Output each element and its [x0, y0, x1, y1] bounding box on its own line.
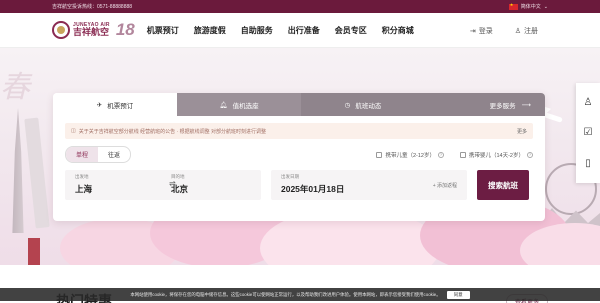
hero-slogan: 春	[0, 70, 30, 105]
menu: 机票预订 旅游度假 自助服务 出行准备 会员专区 积分商城	[147, 25, 414, 36]
cookie-agree-button[interactable]: 同意	[446, 290, 470, 299]
child-checkbox[interactable]: 携带儿童（2-12岁） ?	[376, 151, 444, 159]
menu-item-vacation[interactable]: 旅游度假	[194, 25, 226, 36]
tab-label: 航班动态	[355, 102, 382, 110]
destination-field[interactable]: 目的地 北京	[161, 170, 257, 200]
language-label: 简体中文	[520, 4, 541, 10]
login-label: 登录	[478, 27, 493, 35]
tab-checkin[interactable]: 🔔︎ 值机选座	[177, 93, 301, 116]
register-link[interactable]: ♙ 注册	[515, 26, 538, 36]
menu-item-self-service[interactable]: 自助服务	[241, 25, 273, 36]
notice-icon: ◫	[71, 128, 76, 134]
date-label: 出发日期	[281, 174, 299, 179]
bell-icon: 🔔︎	[219, 101, 228, 109]
leaning-tower-image	[24, 117, 50, 229]
checklist-icon[interactable]: ☑	[584, 127, 593, 138]
checkbox-icon	[376, 151, 383, 158]
main-nav: JUNEYAO AIR 吉祥航空 18 机票预订 旅游度假 自助服务 出行准备 …	[0, 13, 600, 48]
departure-value: 上海	[75, 184, 93, 194]
cookie-banner: 本网站使用cookie，将保存在您的电脑中储存信息。这些cookie可以使网站正…	[0, 288, 600, 301]
notice-more-link[interactable]: 更多	[517, 128, 527, 135]
round-trip-option[interactable]: 往返	[98, 147, 130, 162]
destination-label: 目的地	[171, 174, 185, 179]
tab-label: 值机选座	[232, 102, 259, 110]
infant-checkbox[interactable]: 携带婴儿（14天-2岁） ?	[459, 151, 533, 159]
login-link[interactable]: ⇥ 登录	[470, 26, 493, 36]
login-icon: ⇥	[469, 27, 476, 35]
destination-value: 北京	[171, 184, 189, 194]
notice-bar[interactable]: ◫ 关于关于吉祥航空部分航线 经营航班的公告 · 根据航线调整 对部分航班时刻进…	[65, 123, 533, 139]
more-services-label: 更多服务	[489, 102, 516, 110]
booking-panel: ✈ 机票预订 🔔︎ 值机选座 ◷ 航班动态 更多服务 ⟶ ◫ 关于关于吉祥航空部…	[53, 93, 545, 221]
date-field[interactable]: 出发日期 2025年01月18日 + 添加返程	[271, 170, 467, 200]
help-icon[interactable]: ?	[437, 151, 444, 158]
more-services-link[interactable]: 更多服务 ⟶	[425, 93, 545, 116]
logo[interactable]: JUNEYAO AIR 吉祥航空 18	[52, 20, 135, 40]
date-value: 2025年01月18日	[281, 184, 345, 194]
notice-text: 关于关于吉祥航空部分航线 经营航班的公告 · 根据航线调整 对部分航班时刻进行调…	[78, 128, 266, 135]
tab-label: 机票预订	[107, 102, 134, 110]
infant-label: 携带婴儿（14天-2岁）	[468, 152, 524, 159]
language-selector[interactable]: 简体中文 ⌄	[508, 2, 548, 10]
search-flights-button[interactable]: 搜索航班	[477, 170, 529, 200]
chevron-down-icon: ⌄	[543, 3, 548, 10]
tab-flight-booking[interactable]: ✈ 机票预订	[53, 93, 177, 116]
tab-flight-status[interactable]: ◷ 航班动态	[301, 93, 425, 116]
register-label: 注册	[524, 27, 538, 35]
mobile-icon[interactable]: ▯	[585, 158, 591, 169]
anniversary-badge: 18	[115, 20, 135, 39]
china-flag-icon	[508, 2, 518, 10]
user-icon: ♙	[514, 27, 521, 35]
floating-sidebar: ♙ ☑ ▯	[576, 83, 600, 183]
cookie-text: 本网站使用cookie，将保存在您的电脑中储存信息。这些cookie可以使网站正…	[130, 291, 441, 297]
trip-type-toggle: 单程 往返	[65, 146, 132, 163]
logo-chinese: 吉祥航空	[73, 27, 110, 37]
checkbox-icon	[459, 151, 466, 158]
ticket-icon: ✈	[96, 101, 103, 109]
help-icon[interactable]: ?	[527, 151, 533, 158]
hotline-text: 吉祥航空投诉热线：0571-88888888	[52, 4, 133, 10]
booking-tabs: ✈ 机票预订 🔔︎ 值机选座 ◷ 航班动态 更多服务 ⟶	[53, 93, 545, 116]
one-way-option[interactable]: 单程	[66, 147, 99, 162]
profile-icon[interactable]: ♙	[584, 97, 593, 108]
phone-booth-image	[28, 238, 40, 265]
departure-field[interactable]: 出发地 上海	[65, 170, 161, 200]
eiffel-tower-image	[12, 108, 24, 233]
menu-item-member[interactable]: 会员专区	[335, 25, 367, 36]
departure-label: 出发地	[75, 174, 89, 179]
top-bar: 吉祥航空投诉热线：0571-88888888 简体中文 ⌄	[0, 0, 600, 13]
route-selector: 出发地 上海 ⇌ 目的地 北京	[65, 170, 261, 200]
menu-item-flight-booking[interactable]: 机票预订	[147, 25, 179, 36]
child-label: 携带儿童（2-12岁）	[385, 152, 435, 159]
menu-item-points-mall[interactable]: 积分商城	[382, 25, 414, 36]
juneyao-logo-icon	[52, 21, 70, 39]
add-return-link[interactable]: + 添加返程	[433, 182, 457, 189]
clock-icon: ◷	[344, 101, 351, 109]
arrow-right-icon: ⟶	[521, 101, 531, 109]
menu-item-travel-prep[interactable]: 出行准备	[288, 25, 320, 36]
